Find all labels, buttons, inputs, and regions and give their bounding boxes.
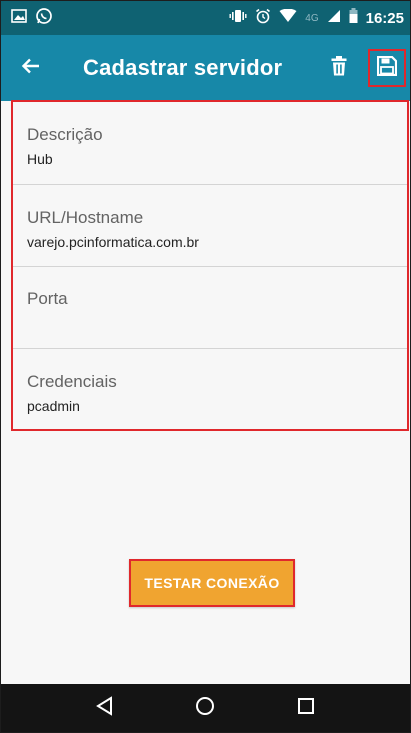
port-field[interactable]: Porta xyxy=(13,289,407,315)
whatsapp-icon xyxy=(35,7,53,30)
clock: 16:25 xyxy=(365,9,404,27)
nav-back-button[interactable] xyxy=(81,684,129,732)
url-hostname-label: URL/Hostname xyxy=(27,208,144,227)
status-bar: 4G 16:25 xyxy=(1,1,410,35)
url-hostname-value[interactable]: varejo.pcinformatica.com.br xyxy=(27,234,407,250)
arrow-back-icon xyxy=(21,56,41,81)
nav-recents-button[interactable] xyxy=(282,684,330,732)
back-triangle-icon xyxy=(95,695,115,721)
description-label: Descrição xyxy=(27,125,103,144)
home-circle-icon xyxy=(195,696,215,721)
app-screen: 4G 16:25 Cadastrar servidor Descrição Hu… xyxy=(0,0,411,733)
save-button[interactable] xyxy=(366,47,408,89)
battery-icon xyxy=(349,8,358,28)
app-bar: Cadastrar servidor xyxy=(1,35,410,101)
vibrate-icon xyxy=(229,9,247,28)
credentials-label: Credenciais xyxy=(27,372,117,391)
back-button[interactable] xyxy=(3,40,59,96)
divider xyxy=(13,348,407,349)
description-field[interactable]: Descrição Hub xyxy=(13,125,407,167)
signal-icon xyxy=(327,9,341,28)
save-icon xyxy=(376,55,398,81)
server-form: Descrição Hub URL/Hostname varejo.pcinfo… xyxy=(11,100,409,431)
url-hostname-field[interactable]: URL/Hostname varejo.pcinformatica.com.br xyxy=(13,208,407,250)
test-connection-button[interactable]: TESTAR CONEXÃO xyxy=(129,559,295,607)
nav-home-button[interactable] xyxy=(181,684,229,732)
navigation-bar xyxy=(1,684,410,732)
recents-square-icon xyxy=(297,697,315,720)
credentials-field[interactable]: Credenciais pcadmin xyxy=(13,372,407,414)
description-value[interactable]: Hub xyxy=(27,151,407,167)
port-label: Porta xyxy=(27,289,68,308)
credentials-value[interactable]: pcadmin xyxy=(27,398,407,414)
image-icon xyxy=(11,8,27,28)
divider xyxy=(13,266,407,267)
trash-icon xyxy=(331,55,347,81)
page-title: Cadastrar servidor xyxy=(83,55,283,80)
alarm-icon xyxy=(255,8,271,29)
wifi-icon xyxy=(279,8,297,28)
delete-button[interactable] xyxy=(318,47,360,89)
network-type: 4G xyxy=(305,12,319,24)
divider xyxy=(13,184,407,185)
